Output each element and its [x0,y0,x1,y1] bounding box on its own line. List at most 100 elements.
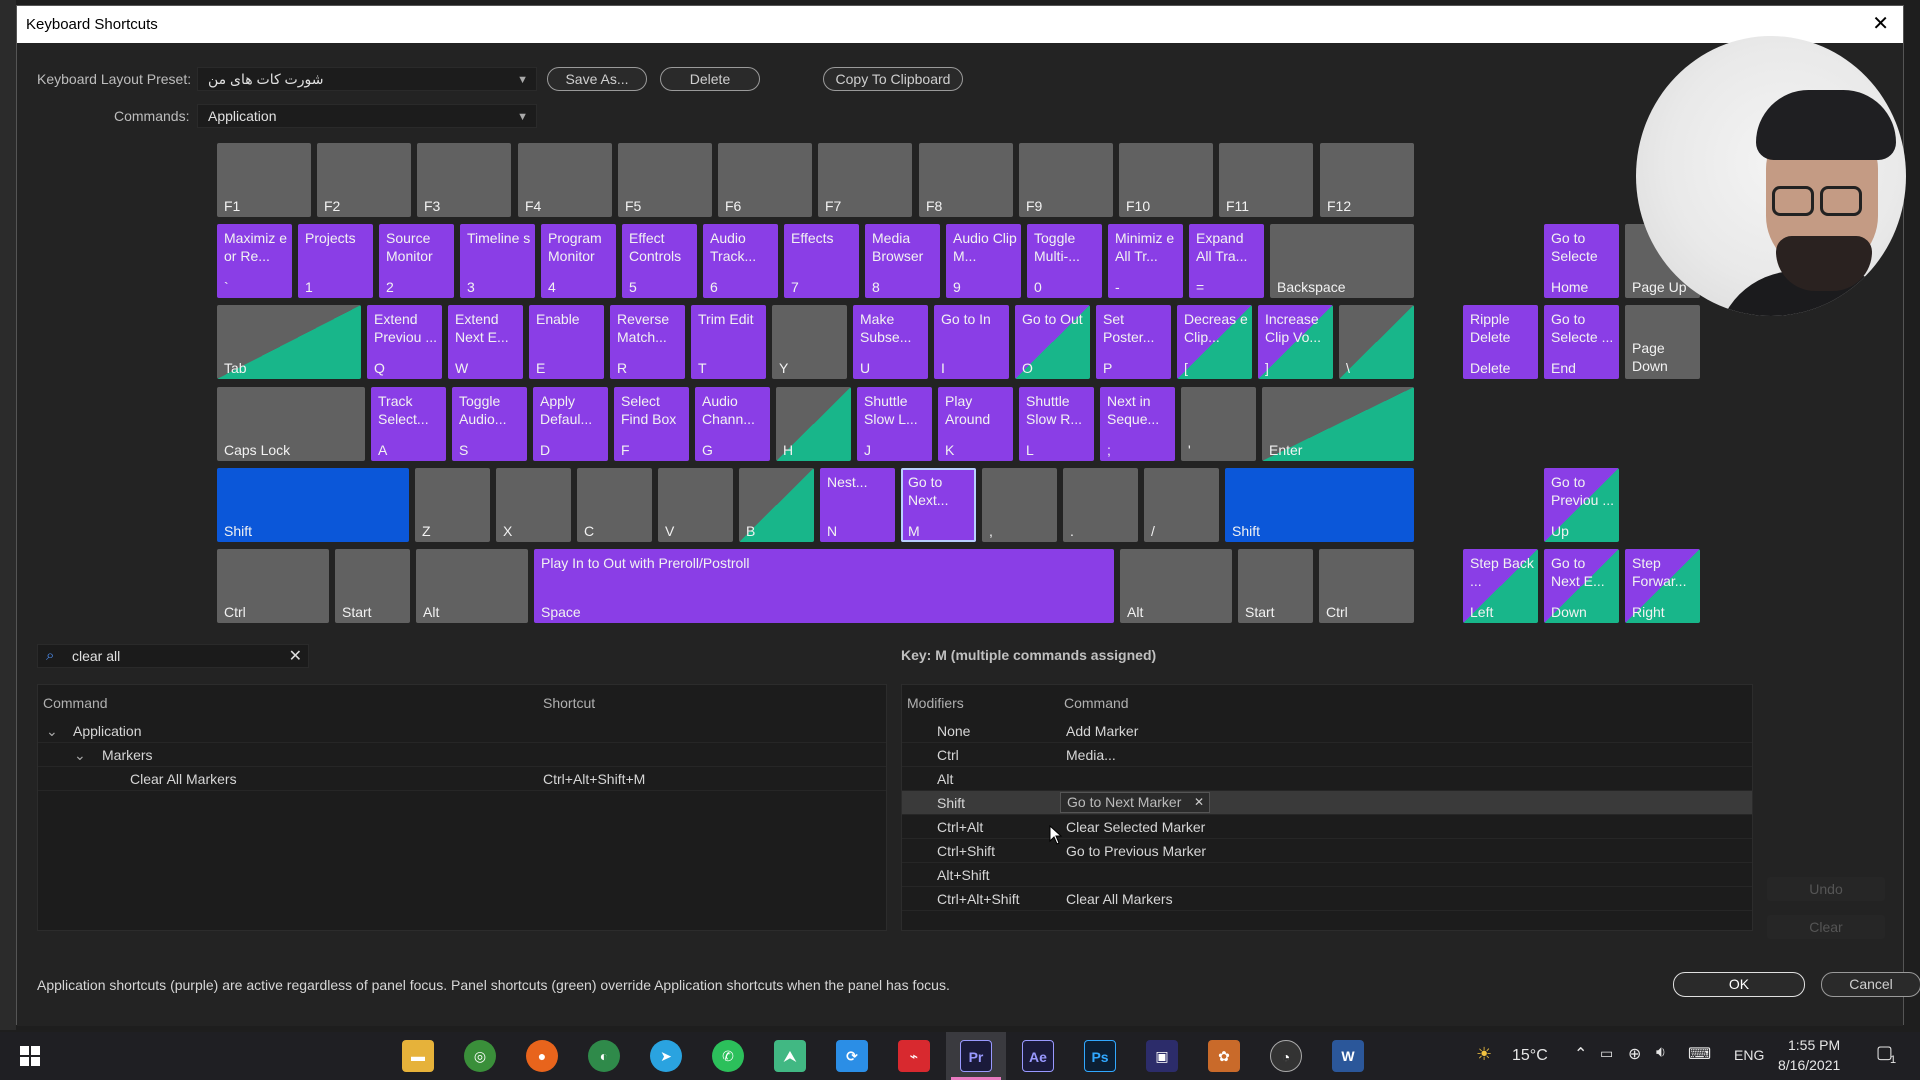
key-caps-lock[interactable]: Caps Lock [217,387,365,461]
chevron-down-icon[interactable]: ⌄ [46,723,58,740]
key-p[interactable]: Set Poster... P [1096,305,1171,379]
key-f3[interactable]: F3 [417,143,511,217]
key-j[interactable]: Shuttle Slow L... J [857,387,932,461]
key-i[interactable]: Go to In I [934,305,1009,379]
save-as-button[interactable]: Save As... [547,67,647,91]
key-semicolon[interactable]: Next in Seque...; [1100,387,1175,461]
key-right-alt[interactable]: Alt [1120,549,1232,623]
key-z[interactable]: Z [415,468,490,542]
key-f12[interactable]: F12 [1320,143,1414,217]
key-f[interactable]: Select Find Box F [614,387,689,461]
network-icon[interactable]: ⊕ [1628,1044,1641,1064]
key-equals[interactable]: Expand All Tra... = [1189,224,1264,298]
key-page-down[interactable]: Page Down [1625,305,1700,379]
language-indicator[interactable]: ENG [1734,1047,1764,1063]
volume-icon[interactable]: 🔉︎ [1656,1044,1666,1062]
key-u[interactable]: Make Subse... U [853,305,928,379]
key-left-bracket[interactable]: Decreas e Clip...[ [1177,305,1252,379]
key-right-start[interactable]: Start [1238,549,1313,623]
shortcut-value[interactable]: Ctrl+Alt+Shift+M [543,771,645,787]
key-backslash[interactable]: \ [1339,305,1414,379]
tree-row-clear-all-markers[interactable]: Clear All Markers Ctrl+Alt+Shift+M [38,767,886,791]
key-9[interactable]: Audio Clip M... 9 [946,224,1021,298]
search-field[interactable]: ⌕ clear all ✕ [37,644,309,668]
tree-row-application[interactable]: ⌄ Application [38,719,886,743]
modifier-row[interactable]: Ctrl+Alt+Shift Clear All Markers [902,887,1752,911]
key-left[interactable]: Step Back ... Left [1463,549,1538,623]
undo-button[interactable]: Undo [1767,877,1885,901]
firefox-icon[interactable]: ● [526,1040,558,1072]
clear-button[interactable]: Clear [1767,915,1885,939]
weather-icon[interactable]: ☀ [1476,1044,1492,1065]
launcher-icon[interactable]: ⮝ [774,1040,806,1072]
modifier-row[interactable]: Ctrl+Shift Go to Previous Marker [902,839,1752,863]
chevron-up-icon[interactable]: ⌃ [1574,1044,1587,1064]
key-e[interactable]: Enable E [529,305,604,379]
premiere-pro-icon[interactable]: Pr [960,1040,992,1072]
key-right-bracket[interactable]: Increase Clip Vo...] [1258,305,1333,379]
key-f10[interactable]: F10 [1119,143,1213,217]
key-b[interactable]: B [739,468,814,542]
key-delete[interactable]: Ripple Delete Delete [1463,305,1538,379]
key-t[interactable]: Trim Edit T [691,305,766,379]
key-f6[interactable]: F6 [718,143,812,217]
ok-button[interactable]: OK [1673,972,1805,997]
copy-to-clipboard-button[interactable]: Copy To Clipboard [823,67,963,91]
key-1[interactable]: Projects 1 [298,224,373,298]
key-f9[interactable]: F9 [1019,143,1113,217]
key-2[interactable]: Source Monitor 2 [379,224,454,298]
key-left-ctrl[interactable]: Ctrl [217,549,329,623]
key-left-shift[interactable]: Shift [217,468,409,542]
key-q[interactable]: Extend Previou ... Q [367,305,442,379]
key-f4[interactable]: F4 [518,143,612,217]
sync-app-icon[interactable]: ⟳ [836,1040,868,1072]
key-r[interactable]: Reverse Match... R [610,305,685,379]
key-f7[interactable]: F7 [818,143,912,217]
cancel-button[interactable]: Cancel [1821,972,1920,997]
modifier-row[interactable]: Alt [902,767,1752,791]
key-x[interactable]: X [496,468,571,542]
key-d[interactable]: Apply Defaul... D [533,387,608,461]
modifier-row[interactable]: Alt+Shift [902,863,1752,887]
modifier-row[interactable]: None Add Marker [902,719,1752,743]
key-left-start[interactable]: Start [335,549,410,623]
key-left-alt[interactable]: Alt [416,549,528,623]
after-effects-icon[interactable]: Ae [1022,1040,1054,1072]
whatsapp-icon[interactable]: ✆ [712,1040,744,1072]
key-quote[interactable]: ' [1181,387,1256,461]
key-f5[interactable]: F5 [618,143,712,217]
modifier-row-selected[interactable]: Shift Go to Next Marker ✕ [902,791,1752,815]
key-period[interactable]: . [1063,468,1138,542]
key-y[interactable]: Y [772,305,847,379]
key-n[interactable]: Nest... N [820,468,895,542]
globe-app-icon[interactable]: ◐ [588,1040,620,1072]
layout-preset-dropdown[interactable]: شورت کات های من ▼ [197,67,537,91]
key-right[interactable]: Step Forwar... Right [1625,549,1700,623]
file-explorer-icon[interactable]: ▬ [402,1040,434,1072]
key-slash[interactable]: / [1144,468,1219,542]
key-v[interactable]: V [658,468,733,542]
delete-preset-button[interactable]: Delete [660,67,760,91]
clock-date[interactable]: 8/16/2021 [1778,1057,1840,1073]
key-7[interactable]: Effects 7 [784,224,859,298]
key-m[interactable]: Go to Next... M [901,468,976,542]
key-enter[interactable]: Enter [1262,387,1414,461]
key-grave[interactable]: Maximiz e or Re... ` [217,224,292,298]
key-home[interactable]: Go to Selecte Home [1544,224,1619,298]
key-5[interactable]: Effect Controls 5 [622,224,697,298]
key-l[interactable]: Shuttle Slow R... L [1019,387,1094,461]
key-comma[interactable]: , [982,468,1057,542]
modifier-row[interactable]: Ctrl+Alt Clear Selected Marker [902,815,1752,839]
keyboard-icon[interactable]: ⌨ [1688,1044,1711,1064]
battery-icon[interactable]: ▭ [1600,1045,1613,1062]
chevron-down-icon[interactable]: ⌄ [74,747,86,764]
search-input[interactable]: clear all [72,648,120,664]
key-8[interactable]: Media Browser 8 [865,224,940,298]
key-up[interactable]: Go to Previou ... Up [1544,468,1619,542]
key-backspace[interactable]: Backspace [1270,224,1414,298]
key-k[interactable]: Play Around K [938,387,1013,461]
weather-temp[interactable]: 15°C [1512,1047,1548,1065]
remove-icon[interactable]: ✕ [1194,793,1204,812]
tree-row-markers[interactable]: ⌄ Markers [38,743,886,767]
pdf-reader-icon[interactable]: ⌁ [898,1040,930,1072]
